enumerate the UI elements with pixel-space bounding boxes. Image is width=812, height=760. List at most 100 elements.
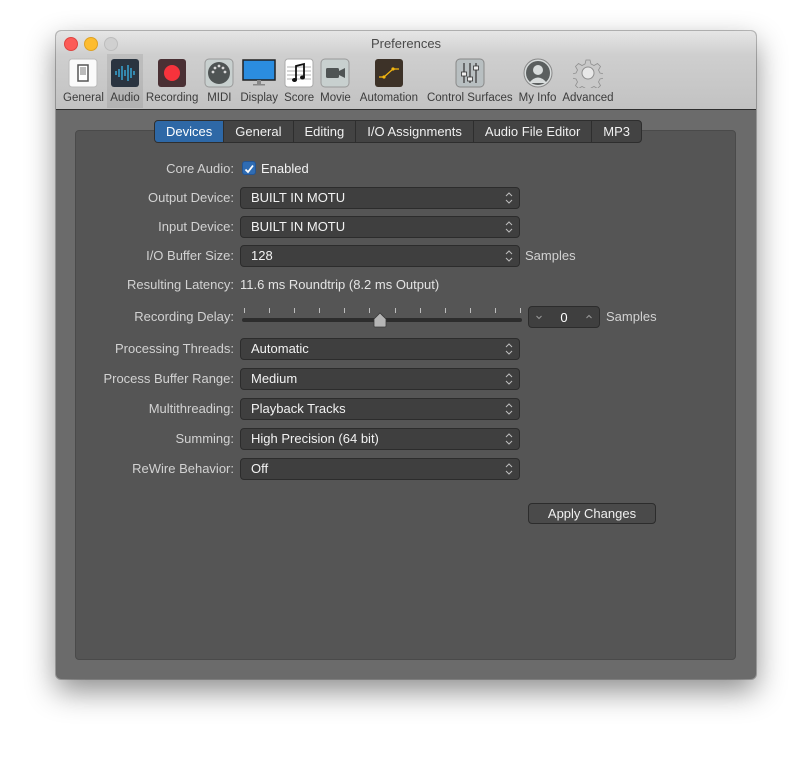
recording-delay-label: Recording Delay:	[134, 309, 234, 324]
slider-tick	[319, 308, 321, 313]
multithreading-label: Multithreading:	[148, 401, 234, 416]
tab-devices[interactable]: Devices	[155, 121, 225, 142]
up-down-chevron-icon	[505, 373, 513, 385]
resulting-latency-value: 11.6 ms Roundtrip (8.2 ms Output)	[240, 277, 440, 292]
summing-row: Summing: High Precision (64 bit)	[56, 428, 756, 450]
tab-mp3[interactable]: MP3	[592, 121, 641, 142]
process-buffer-range-select[interactable]: Medium	[240, 368, 520, 390]
apply-changes-button[interactable]: Apply Changes	[528, 503, 656, 524]
recording-delay-stepper[interactable]: 0	[528, 306, 600, 328]
output-device-label: Output Device:	[148, 190, 234, 205]
output-device-row: Output Device: BUILT IN MOTU	[56, 187, 756, 209]
up-down-chevron-icon	[505, 463, 513, 475]
up-down-chevron-icon	[505, 343, 513, 355]
slider-tick	[269, 308, 271, 313]
input-device-row: Input Device: BUILT IN MOTU	[56, 216, 756, 238]
io-buffer-size-label: I/O Buffer Size:	[146, 248, 234, 263]
toolbar-item-score[interactable]: Score	[281, 54, 317, 108]
title-bar: Preferences General Audio Recording MIDI…	[56, 31, 756, 110]
automation-curve-icon	[374, 58, 404, 88]
audio-tab-bar: Devices General Editing I/O Assignments …	[154, 120, 643, 143]
toolbar-item-display[interactable]: Display	[237, 54, 281, 108]
summing-value: High Precision (64 bit)	[251, 431, 379, 446]
input-device-value: BUILT IN MOTU	[251, 219, 346, 234]
tab-io-assignments[interactable]: I/O Assignments	[356, 121, 474, 142]
display-monitor-icon	[242, 58, 276, 88]
toolbar-item-advanced[interactable]: Advanced	[559, 54, 616, 108]
slider-tick	[294, 308, 296, 313]
toolbar-item-my-info[interactable]: My Info	[516, 54, 560, 108]
tab-audio-file-editor[interactable]: Audio File Editor	[474, 121, 593, 142]
devices-panel	[75, 130, 736, 660]
process-buffer-range-label: Process Buffer Range:	[103, 371, 234, 386]
up-down-chevron-icon	[505, 250, 513, 262]
input-device-select[interactable]: BUILT IN MOTU	[240, 216, 520, 238]
preferences-toolbar: General Audio Recording MIDI Display Sco…	[60, 54, 617, 108]
chevron-up-icon[interactable]	[584, 311, 594, 323]
score-note-icon	[284, 58, 314, 88]
recording-delay-unit: Samples	[606, 309, 657, 324]
tab-editing[interactable]: Editing	[294, 121, 357, 142]
multithreading-row: Multithreading: Playback Tracks	[56, 398, 756, 420]
process-buffer-range-value: Medium	[251, 371, 298, 386]
processing-threads-select[interactable]: Automatic	[240, 338, 520, 360]
audio-waveform-icon	[110, 58, 140, 88]
up-down-chevron-icon	[505, 221, 513, 233]
midi-connector-icon	[204, 58, 234, 88]
resulting-latency-row: Resulting Latency: 11.6 ms Roundtrip (8.…	[56, 274, 756, 296]
toolbar-item-general[interactable]: General	[60, 54, 107, 108]
gear-icon	[572, 58, 603, 88]
slider-tick	[369, 308, 371, 313]
processing-threads-value: Automatic	[251, 341, 309, 356]
multithreading-value: Playback Tracks	[251, 401, 346, 416]
slider-tick	[419, 308, 421, 313]
summing-label: Summing:	[175, 431, 234, 446]
recording-delay-slider[interactable]	[242, 306, 522, 330]
output-device-value: BUILT IN MOTU	[251, 190, 346, 205]
processing-threads-row: Processing Threads: Automatic	[56, 338, 756, 360]
preferences-window: Preferences General Audio Recording MIDI…	[56, 31, 756, 679]
slider-tick	[469, 308, 471, 313]
core-audio-enabled-label[interactable]: Enabled	[261, 161, 309, 176]
io-buffer-size-unit: Samples	[525, 248, 576, 263]
io-buffer-size-row: I/O Buffer Size: 128 Samples	[56, 245, 756, 267]
io-buffer-size-select[interactable]: 128	[240, 245, 520, 267]
user-avatar-icon	[523, 58, 553, 88]
process-buffer-range-row: Process Buffer Range: Medium	[56, 368, 756, 390]
input-device-label: Input Device:	[158, 219, 234, 234]
toolbar-item-control-surfaces[interactable]: Control Surfaces	[424, 54, 516, 108]
movie-camera-icon	[320, 58, 350, 88]
tab-general[interactable]: General	[224, 121, 294, 142]
resulting-latency-label: Resulting Latency:	[127, 277, 234, 292]
core-audio-label: Core Audio:	[166, 161, 234, 176]
up-down-chevron-icon	[505, 433, 513, 445]
up-down-chevron-icon	[505, 192, 513, 204]
output-device-select[interactable]: BUILT IN MOTU	[240, 187, 520, 209]
core-audio-checkbox[interactable]	[242, 161, 256, 175]
slider-tick	[394, 308, 396, 313]
slider-thumb[interactable]	[373, 312, 387, 328]
rewire-behavior-row: ReWire Behavior: Off	[56, 458, 756, 480]
rewire-behavior-label: ReWire Behavior:	[132, 461, 234, 476]
rewire-behavior-select[interactable]: Off	[240, 458, 520, 480]
toolbar-item-movie[interactable]: Movie	[317, 54, 354, 108]
io-buffer-size-value: 128	[251, 248, 273, 263]
rewire-behavior-value: Off	[251, 461, 269, 476]
toolbar-item-midi[interactable]: MIDI	[201, 54, 237, 108]
recording-delay-row: Recording Delay: 0 Samples	[56, 306, 756, 328]
slider-tick	[520, 308, 521, 313]
window-title: Preferences	[370, 36, 442, 51]
slider-tick	[444, 308, 446, 313]
toolbar-item-audio[interactable]: Audio	[106, 54, 143, 108]
slider-tick	[244, 308, 245, 313]
multithreading-select[interactable]: Playback Tracks	[240, 398, 520, 420]
processing-threads-label: Processing Threads:	[115, 341, 234, 356]
faders-icon	[455, 58, 485, 88]
general-switch-icon	[68, 58, 98, 88]
summing-select[interactable]: High Precision (64 bit)	[240, 428, 520, 450]
slider-tick	[494, 308, 496, 313]
toolbar-item-automation[interactable]: Automation	[354, 54, 424, 108]
record-icon	[157, 58, 187, 88]
toolbar-item-recording[interactable]: Recording	[143, 54, 201, 108]
slider-tick	[344, 308, 346, 313]
